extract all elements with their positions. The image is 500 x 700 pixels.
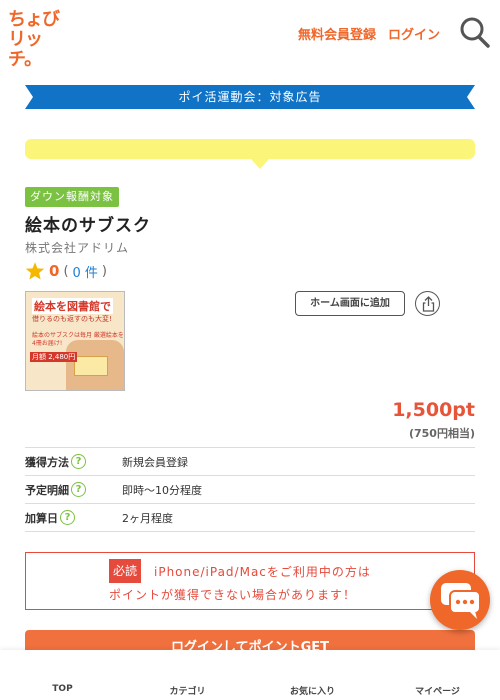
chat-button[interactable] (430, 570, 490, 630)
share-icon (422, 296, 435, 312)
callout-pointer (250, 158, 270, 169)
rating-value: 0 (49, 262, 60, 280)
info-key-acquisition: 獲得方法 ? (25, 454, 122, 470)
thumbnail-body: 絵本のサブスクは毎月 厳選絵本を4冊お届け! (32, 332, 124, 347)
info-key-schedule: 予定明細 ? (25, 482, 122, 498)
logo-line-1: ちょび (8, 9, 60, 30)
info-row: 獲得方法 ? 新規会員登録 (25, 448, 475, 476)
free-register-link[interactable]: 無料会員登録 (298, 24, 376, 43)
search-icon[interactable] (460, 16, 490, 48)
nav-label: マイページ (415, 687, 460, 697)
info-key-label: 加算日 (25, 511, 58, 525)
rating-open-paren: ( (63, 263, 69, 279)
review-count-link[interactable]: 0 件 (73, 262, 98, 281)
info-key-credit-date: 加算日 ? (25, 510, 122, 526)
info-value: 即時～10分程度 (122, 483, 202, 497)
ios-warning-notice[interactable]: 必読 iPhone/iPad/Macをご利用中の方は ポイントが獲得できない場合… (25, 552, 475, 610)
offer-info-table: 獲得方法 ? 新規会員登録 予定明細 ? 即時～10分程度 加算日 ? 2ヶ月程… (25, 447, 475, 532)
reward-yen-equivalent: (750円相当) (408, 427, 475, 440)
info-key-label: 獲得方法 (25, 455, 69, 469)
offer-thumbnail[interactable]: 絵本を図書館で 借りるのも返すのも大変! 絵本のサブスクは毎月 厳選絵本を4冊お… (25, 291, 125, 391)
nav-top[interactable]: TOP (0, 650, 125, 700)
rating-row: 0 ( 0 件 ) (25, 260, 107, 282)
must-read-label: 必読 (109, 559, 142, 583)
star-icon (25, 262, 45, 280)
campaign-ribbon-label: ポイ活運動会：対象広告 (178, 90, 322, 104)
nav-label: お気に入り (289, 687, 335, 697)
nav-category[interactable]: カテゴリ (125, 650, 250, 700)
site-header: ちょび リッチ。 無料会員登録 ログイン (0, 0, 500, 70)
notice-line-2: ポイントが獲得できない場合があります！ (109, 588, 357, 602)
login-link[interactable]: ログイン (388, 24, 440, 43)
info-key-label: 予定明細 (25, 483, 69, 497)
logo-line-2: リッチ。 (8, 29, 43, 70)
reward-points: 1,500pt (392, 399, 475, 421)
nav-mypage[interactable]: マイページ (375, 650, 500, 700)
campaign-ribbon[interactable]: ポイ活運動会：対象広告 (25, 85, 475, 109)
help-icon[interactable]: ? (60, 510, 75, 525)
company-name: 株式会社アドリム (25, 241, 130, 255)
help-icon[interactable]: ? (71, 482, 86, 497)
reward-down-badge: ダウン報酬対象 (25, 187, 119, 207)
thumbnail-headline: 絵本を図書館で (32, 298, 113, 314)
chobirich-logo[interactable]: ちょび リッチ。 (8, 9, 72, 70)
thumbnail-book (74, 356, 108, 376)
bottom-navigation: TOP カテゴリ お気に入り マイページ (0, 650, 500, 700)
nav-label: TOP (52, 684, 73, 694)
info-value: 新規会員登録 (122, 455, 188, 469)
thumbnail-price: 月額 2,480円 (30, 352, 78, 362)
add-to-home-button[interactable]: ホーム画面に追加 (295, 291, 405, 316)
offer-title: 絵本のサブスク (25, 216, 151, 236)
header-links: 無料会員登録 ログイン (298, 24, 440, 43)
thumbnail-subline: 借りるのも返すのも大変! (32, 315, 112, 323)
nav-favorites[interactable]: お気に入り (250, 650, 375, 700)
nav-label: カテゴリ (169, 687, 206, 697)
notice-line-1: iPhone/iPad/Macをご利用中の方は (154, 565, 371, 579)
share-button[interactable] (415, 291, 440, 316)
info-value: 2ヶ月程度 (122, 511, 173, 525)
info-row: 予定明細 ? 即時～10分程度 (25, 476, 475, 504)
rating-close-paren: ) (101, 263, 107, 279)
info-row: 加算日 ? 2ヶ月程度 (25, 504, 475, 532)
help-icon[interactable]: ? (71, 454, 86, 469)
highlight-callout (25, 139, 475, 159)
chat-icon (441, 583, 481, 619)
